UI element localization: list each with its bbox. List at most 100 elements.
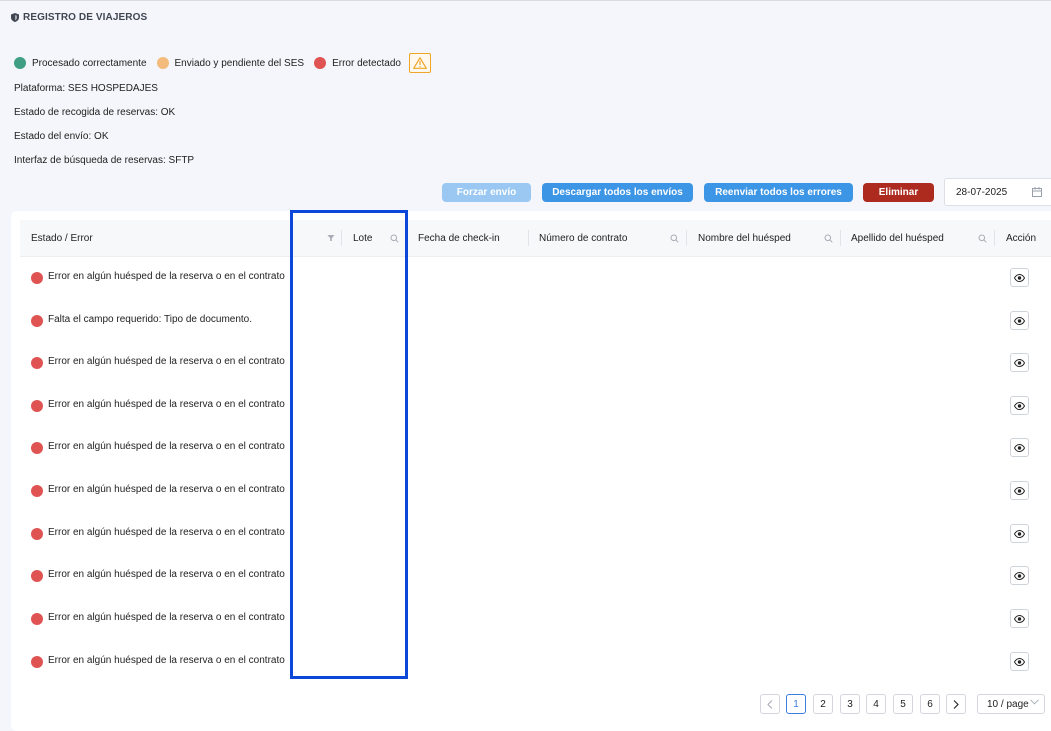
view-button[interactable] [1010, 652, 1029, 671]
view-button[interactable] [1010, 609, 1029, 628]
legend-label-pending: Enviado y pendiente del SES [174, 57, 305, 69]
col-checkin: Fecha de check-in [418, 232, 500, 244]
search-icon[interactable] [978, 234, 987, 243]
send-status: Estado del envío: OK [14, 131, 109, 142]
legend-dot-ok [14, 57, 26, 69]
table-row: Error en algún huésped de la reserva o e… [20, 385, 1051, 427]
search-icon[interactable] [390, 234, 399, 243]
download-all-button[interactable]: Descargar todos los envíos [542, 183, 693, 202]
table-row: Error en algún huésped de la reserva o e… [20, 257, 1051, 299]
error-message: Error en algún huésped de la reserva o e… [48, 356, 285, 367]
page-button[interactable]: 3 [840, 694, 860, 714]
table-row: Error en algún huésped de la reserva o e… [20, 513, 1051, 555]
legend-item-error: Error detectado [314, 57, 401, 69]
view-button[interactable] [1010, 438, 1029, 457]
col-batch: Lote [353, 232, 373, 244]
eye-icon [1014, 571, 1025, 580]
status-legend: Procesado correctamente Enviado y pendie… [14, 53, 431, 73]
page-title: REGISTRO DE VIAJEROS [11, 12, 147, 23]
error-message: Error en algún huésped de la reserva o e… [48, 612, 285, 623]
page-button[interactable]: 2 [813, 694, 833, 714]
error-status-dot [31, 442, 43, 454]
view-button[interactable] [1010, 353, 1029, 372]
date-picker[interactable]: 28-07-2025 [944, 178, 1051, 206]
chevron-left-icon [767, 699, 773, 709]
table-row: Error en algún huésped de la reserva o e… [20, 598, 1051, 640]
legend-label-error: Error detectado [332, 57, 401, 69]
eye-icon [1014, 443, 1025, 452]
page-button[interactable]: 6 [920, 694, 940, 714]
view-button[interactable] [1010, 566, 1029, 585]
page-size-value: 10 / page [987, 698, 1029, 710]
filter-icon[interactable] [327, 234, 335, 242]
next-page-button[interactable] [946, 694, 966, 714]
table-row: Error en algún huésped de la reserva o e… [20, 427, 1051, 469]
table-row: Error en algún huésped de la reserva o e… [20, 641, 1051, 683]
page-button[interactable]: 1 [786, 694, 806, 714]
error-status-dot [31, 400, 43, 412]
eye-icon [1014, 529, 1025, 538]
toolbar: Forzar envío Descargar todos los envíos … [0, 178, 1051, 207]
error-status-dot [31, 613, 43, 625]
view-button[interactable] [1010, 396, 1029, 415]
page-size-select[interactable]: 10 / page [977, 694, 1045, 714]
table-row: Falta el campo requerido: Tipo de docume… [20, 300, 1051, 342]
error-message: Error en algún huésped de la reserva o e… [48, 271, 285, 282]
search-interface: Interfaz de búsqueda de reservas: SFTP [14, 155, 195, 166]
error-status-dot [31, 570, 43, 582]
delete-button[interactable]: Eliminar [863, 183, 934, 202]
col-separator [341, 230, 342, 246]
legend-item-ok: Procesado correctamente [14, 57, 147, 69]
eye-icon [1014, 614, 1025, 623]
platform-info: Plataforma: SES HOSPEDAJES [14, 83, 158, 94]
col-separator [840, 230, 841, 246]
chevron-down-icon [1030, 699, 1039, 705]
col-guest-name: Nombre del huésped [698, 232, 791, 244]
error-message: Error en algún huésped de la reserva o e… [48, 484, 285, 495]
error-status-dot [31, 528, 43, 540]
legend-label-ok: Procesado correctamente [32, 57, 147, 69]
col-action: Acción [1006, 232, 1037, 244]
eye-icon [1014, 486, 1025, 495]
resend-errors-button[interactable]: Reenviar todos los errores [704, 183, 853, 202]
shield-icon [11, 13, 19, 22]
search-icon[interactable] [670, 234, 679, 243]
error-status-dot [31, 485, 43, 497]
col-separator [406, 230, 407, 246]
page-title-text: REGISTRO DE VIAJEROS [23, 12, 148, 23]
eye-icon [1014, 657, 1025, 666]
col-status: Estado / Error [31, 232, 93, 244]
error-status-dot [31, 357, 43, 369]
calendar-icon [1032, 187, 1042, 197]
error-message: Error en algún huésped de la reserva o e… [48, 441, 285, 452]
page-button[interactable]: 4 [866, 694, 886, 714]
error-message: Error en algún huésped de la reserva o e… [48, 527, 285, 538]
error-message: Error en algún huésped de la reserva o e… [48, 655, 285, 666]
view-button[interactable] [1010, 311, 1029, 330]
prev-page-button[interactable] [760, 694, 780, 714]
legend-item-pending: Enviado y pendiente del SES [156, 57, 305, 69]
error-status-dot [31, 315, 43, 327]
eye-icon [1014, 316, 1025, 325]
table-header: Estado / Error Lote Fecha de check-in Nú… [20, 220, 1051, 257]
collection-status: Estado de recogida de reservas: OK [14, 107, 176, 118]
error-message: Error en algún huésped de la reserva o e… [48, 399, 285, 410]
col-guest-surname: Apellido del huésped [851, 232, 944, 244]
date-value: 28-07-2025 [956, 186, 1008, 198]
eye-icon [1014, 401, 1025, 410]
view-button[interactable] [1010, 268, 1029, 287]
page-button[interactable]: 5 [893, 694, 913, 714]
force-send-button[interactable]: Forzar envío [442, 183, 531, 202]
chevron-right-icon [953, 699, 959, 709]
col-separator [994, 230, 995, 246]
error-message: Falta el campo requerido: Tipo de docume… [48, 314, 253, 325]
view-button[interactable] [1010, 481, 1029, 500]
warning-button[interactable] [409, 53, 431, 73]
table-row: Error en algún huésped de la reserva o e… [20, 470, 1051, 512]
legend-dot-error [314, 57, 327, 69]
legend-dot-pending [156, 57, 169, 69]
error-status-dot [31, 272, 43, 284]
view-button[interactable] [1010, 524, 1029, 543]
search-icon[interactable] [824, 234, 833, 243]
col-separator [686, 230, 687, 246]
